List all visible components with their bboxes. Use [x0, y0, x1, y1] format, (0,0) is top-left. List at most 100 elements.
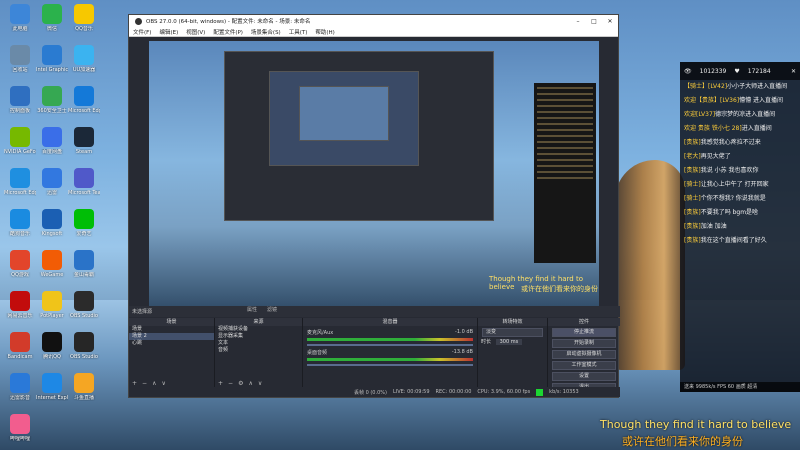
tab-filters[interactable]: 滤镜: [267, 306, 277, 313]
desktop-icon[interactable]: Kingsoft: [36, 209, 68, 237]
add-icon[interactable]: +: [218, 380, 223, 387]
desktop-icon[interactable]: OBS Studio: [68, 332, 100, 360]
desktop-icon[interactable]: QQ游戏: [4, 250, 36, 278]
volume-slider[interactable]: [307, 344, 473, 346]
obs-titlebar[interactable]: OBS 27.0.0 (64-bit, windows) - 配置文件: 未命名…: [129, 15, 618, 27]
source-item[interactable]: 音频: [215, 347, 302, 354]
desktop-icon[interactable]: OBS Studio: [68, 291, 100, 319]
no-source-bar: 未选择源: [129, 306, 620, 317]
desktop-icon[interactable]: Microsoft Edge: [4, 168, 36, 196]
app-icon: [10, 168, 30, 188]
volume-meter: [307, 338, 473, 341]
mixer-channel: 麦克风/Aux -1.0 dB: [307, 329, 473, 346]
menu-item[interactable]: 场景集合(S): [251, 28, 281, 36]
app-icon: [74, 168, 94, 188]
volume-slider[interactable]: [307, 364, 473, 366]
source-item[interactable]: 文本: [215, 340, 302, 347]
menu-item[interactable]: 编辑(E): [159, 28, 178, 36]
mixer-channel: 桌面音频 -13.8 dB: [307, 349, 473, 366]
app-icon: [42, 250, 62, 270]
desktop-icon-label: 百度网盘: [41, 149, 62, 155]
desktop-icon[interactable]: 哔哩哔哩: [4, 414, 36, 442]
tab-properties[interactable]: 属性: [247, 306, 257, 313]
desktop-icon[interactable]: Intel Graphics Control: [36, 45, 68, 73]
app-icon: [10, 45, 30, 65]
desktop-icon[interactable]: NVIDIA GeForce Experience: [4, 127, 36, 155]
desktop-icon[interactable]: 360安全卫士: [36, 86, 68, 114]
desktop-icon[interactable]: Microsoft Edge: [68, 86, 100, 114]
settings-button[interactable]: 设置: [552, 372, 616, 381]
desktop-icon[interactable]: 迅雷: [36, 168, 68, 196]
no-source-label: 未选择源: [132, 309, 153, 315]
desktop-icon[interactable]: 网易云音乐: [4, 291, 36, 319]
chat-text: 个你不想我? 你说我就是: [700, 195, 766, 202]
app-icon: [74, 45, 94, 65]
desktop-icon[interactable]: UU加速器: [68, 45, 100, 73]
scene-item[interactable]: 场景: [129, 326, 214, 333]
maximize-icon[interactable]: □: [586, 18, 602, 25]
chat-message: [贵族]不要我了吗 bgm是啥: [680, 206, 800, 220]
gear-icon[interactable]: ⚙: [238, 380, 243, 387]
desktop-icon[interactable]: 回收站: [4, 45, 36, 73]
scene-item[interactable]: 场景 2: [129, 333, 214, 340]
source-item[interactable]: 显示器采集: [215, 333, 302, 340]
obs-docks: 场景 场景 场景 2 心跳 + − ∧ ∨ 来源 视频捕获设备 显示器采集 文本…: [129, 318, 620, 392]
transition-select[interactable]: 淡变: [482, 328, 543, 337]
menu-item[interactable]: 视图(V): [186, 28, 205, 36]
close-icon[interactable]: ✕: [602, 18, 618, 25]
minimize-icon[interactable]: –: [570, 18, 586, 25]
desktop-icon[interactable]: 斗鱼直播: [68, 373, 100, 401]
chat-header: 👁 1012339 ♥ 172184 ✕: [680, 62, 800, 80]
desktop-icon[interactable]: 百度网盘: [36, 127, 68, 155]
desktop-icon[interactable]: Internet Explorer: [36, 373, 68, 401]
scene-item[interactable]: 心跳: [129, 340, 214, 347]
app-icon: [74, 209, 94, 229]
desktop-icon[interactable]: QQ音乐: [68, 4, 100, 32]
menu-item[interactable]: 配置文件(P): [213, 28, 243, 36]
desktop-icon[interactable]: 此电脑: [4, 4, 36, 32]
menu-item[interactable]: 文件(F): [133, 28, 151, 36]
source-item[interactable]: 视频捕获设备: [215, 326, 302, 333]
desktop-icon[interactable]: 酷狗音乐: [4, 209, 36, 237]
duration-input[interactable]: 300 ms: [495, 339, 523, 345]
desktop-icon[interactable]: 迅雷影音: [4, 373, 36, 401]
move-up-icon[interactable]: ∧: [152, 380, 156, 387]
sources-header: 来源: [215, 318, 302, 326]
desktop-icon[interactable]: 微信: [36, 4, 68, 32]
live-chat-panel: 👁 1012339 ♥ 172184 ✕ 【骑士】[LV42]小小子大师进入直播…: [680, 62, 800, 392]
studio-mode-button[interactable]: 工作室模式: [552, 361, 616, 370]
desktop-icon[interactable]: 控制面板: [4, 86, 36, 114]
desktop-icon[interactable]: 腾讯QQ: [36, 332, 68, 360]
obs-statusbar: 丢帧 0 (0.0%) LIVE: 00:09:59 REC: 00:00:00…: [129, 387, 620, 397]
desktop-icon-label: Microsoft Edge: [68, 108, 100, 114]
preview-nested-obs-innermost: [299, 86, 389, 141]
move-down-icon[interactable]: ∨: [258, 380, 262, 387]
start-recording-button[interactable]: 开始录制: [552, 339, 616, 348]
app-icon: [10, 86, 30, 106]
obs-logo-icon: [135, 17, 142, 25]
desktop-icon[interactable]: 金山毒霸: [68, 250, 100, 278]
desktop-icon[interactable]: Steam: [68, 127, 100, 155]
app-icon: [42, 45, 62, 65]
menu-item[interactable]: 工具(T): [289, 28, 308, 36]
virtual-camera-button[interactable]: 启动虚拟摄像机: [552, 350, 616, 359]
add-icon[interactable]: +: [132, 380, 137, 387]
desktop-icon[interactable]: Bandicam: [4, 332, 36, 360]
chat-message: [老大]再见大佬了: [680, 150, 800, 164]
desktop-icon[interactable]: PotPlayer: [36, 291, 68, 319]
remove-icon[interactable]: −: [228, 380, 233, 387]
move-up-icon[interactable]: ∧: [248, 380, 252, 387]
transitions-dock: 转场特效 淡变 时长 300 ms: [478, 318, 548, 388]
desktop-icon[interactable]: Microsoft Teams: [68, 168, 100, 196]
close-icon[interactable]: ✕: [791, 68, 796, 75]
desktop-icon-label: Steam: [75, 149, 93, 155]
chat-username: [贵族]: [684, 237, 701, 244]
obs-preview[interactable]: Though they find it hard to believe 或许在他…: [149, 41, 599, 306]
stop-streaming-button[interactable]: 停止推流: [552, 328, 616, 337]
menu-item[interactable]: 帮助(H): [315, 28, 334, 36]
remove-icon[interactable]: −: [142, 380, 147, 387]
desktop-icon-label: OBS Studio: [70, 313, 98, 319]
desktop-icon[interactable]: 爱奇艺: [68, 209, 100, 237]
desktop-icon[interactable]: WeGame: [36, 250, 68, 278]
move-down-icon[interactable]: ∨: [161, 380, 165, 387]
